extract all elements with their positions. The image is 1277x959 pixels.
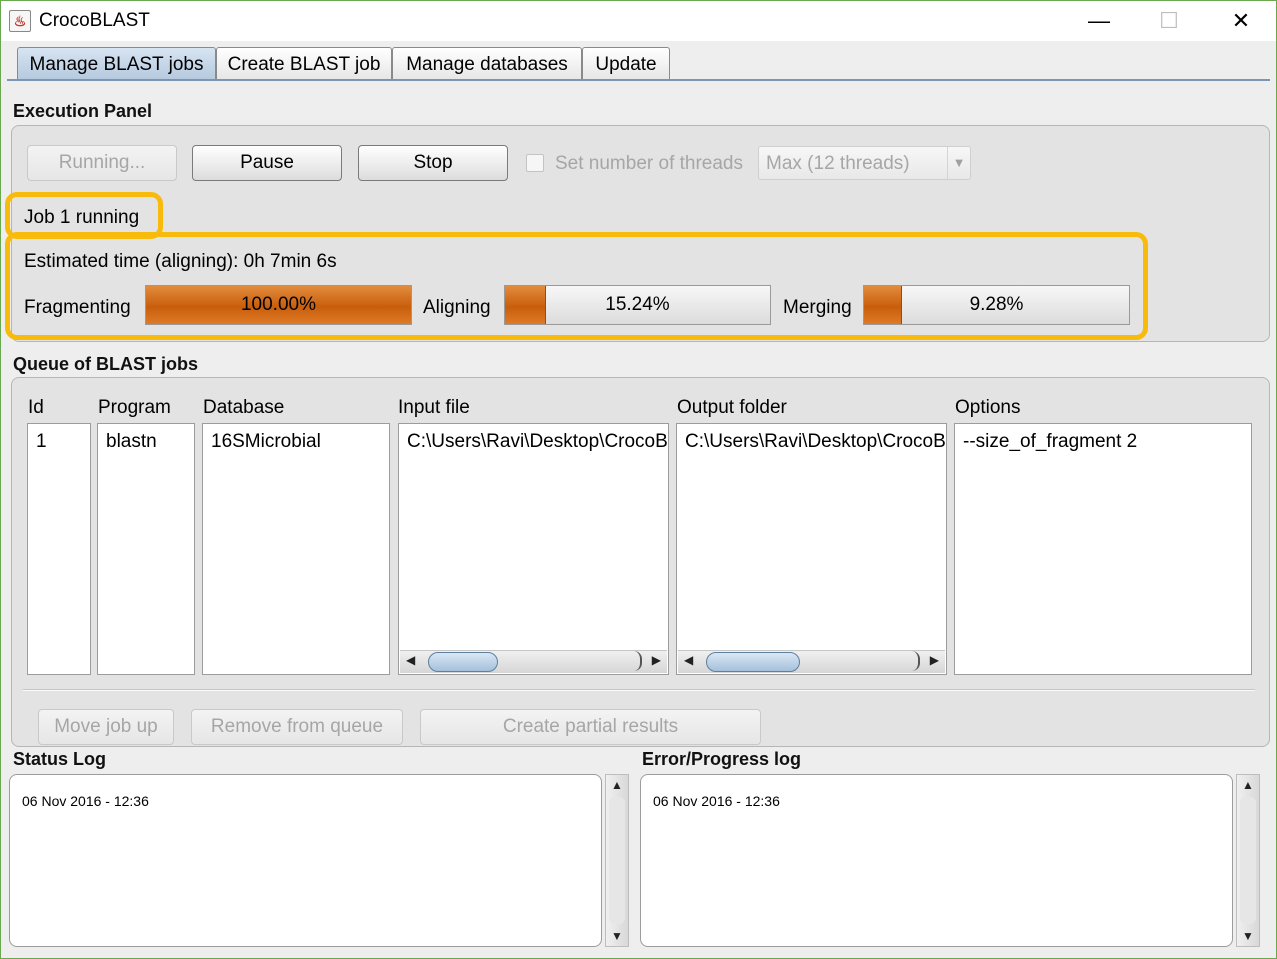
pause-button[interactable]: Pause — [192, 145, 342, 181]
scrollbar-thumb[interactable] — [706, 652, 800, 672]
error-log-text: 06 Nov 2016 - 12:36 — [653, 793, 780, 809]
threads-select[interactable]: Max (12 threads) ▼ — [758, 146, 971, 180]
job-output-folder-value[interactable]: C:\Users\Ravi\Desktop\CrocoB — [685, 431, 946, 453]
id-list[interactable]: 1 — [27, 423, 91, 675]
options-list[interactable]: --size_of_fragment 2 — [954, 423, 1252, 675]
scroll-left-icon[interactable]: ◀ — [684, 653, 693, 667]
threads-checkbox-label: Set number of threads — [555, 153, 743, 174]
tab-update[interactable]: Update — [582, 47, 670, 80]
column-header-input-file: Input file — [398, 397, 470, 418]
create-partial-results-button[interactable]: Create partial results — [420, 709, 761, 745]
scroll-right-icon[interactable]: ▶ — [930, 653, 939, 667]
minimize-button[interactable]: — — [1077, 5, 1121, 37]
output-folder-horizontal-scrollbar[interactable]: ◀ ▶ — [678, 650, 945, 673]
close-button[interactable]: ✕ — [1219, 5, 1263, 37]
error-log-title: Error/Progress log — [642, 749, 802, 769]
job-input-file-value[interactable]: C:\Users\Ravi\Desktop\CrocoB — [407, 431, 668, 453]
merging-progress-text: 9.28% — [969, 294, 1024, 315]
fragmenting-progress-text: 100.00% — [240, 294, 316, 315]
job-status-label: Job 1 running — [24, 207, 140, 228]
tab-manage-blast-jobs[interactable]: Manage BLAST jobs — [17, 47, 216, 80]
java-cup-icon: ♨ — [9, 10, 31, 32]
status-log-textarea[interactable]: 06 Nov 2016 - 12:36 — [9, 774, 602, 947]
app-window: ♨ CrocoBLAST — ☐ ✕ Manage BLAST jobs Cre… — [0, 0, 1277, 959]
tab-underline — [7, 79, 1270, 81]
job-program-value[interactable]: blastn — [106, 431, 157, 453]
execution-panel-title: Execution Panel — [13, 101, 153, 121]
aligning-label: Aligning — [423, 297, 491, 318]
tab-manage-databases[interactable]: Manage databases — [392, 47, 582, 80]
scrollbar-end-cap — [632, 651, 642, 671]
tab-create-blast-job[interactable]: Create BLAST job — [216, 47, 392, 80]
status-log-text: 06 Nov 2016 - 12:36 — [22, 793, 149, 809]
column-header-program: Program — [98, 397, 171, 418]
program-list[interactable]: blastn — [97, 423, 195, 675]
column-header-options: Options — [955, 397, 1021, 418]
database-list[interactable]: 16SMicrobial — [202, 423, 390, 675]
job-options-value[interactable]: --size_of_fragment 2 — [963, 431, 1137, 453]
fragmenting-label: Fragmenting — [24, 297, 131, 318]
scroll-down-icon[interactable]: ▼ — [606, 929, 628, 943]
remove-from-queue-button[interactable]: Remove from queue — [191, 709, 403, 745]
queue-title: Queue of BLAST jobs — [13, 354, 199, 374]
scroll-up-icon[interactable]: ▲ — [606, 778, 628, 792]
maximize-button[interactable]: ☐ — [1147, 5, 1191, 37]
scroll-up-icon[interactable]: ▲ — [1237, 778, 1259, 792]
input-file-list[interactable]: C:\Users\Ravi\Desktop\CrocoB ◀ ▶ — [398, 423, 669, 675]
move-job-up-button[interactable]: Move job up — [38, 709, 174, 745]
aligning-progress-bar: 15.24% — [504, 285, 771, 325]
fragmenting-progress-bar: 100.00% — [145, 285, 412, 325]
running-button[interactable]: Running... — [27, 145, 177, 181]
tab-strip: Manage BLAST jobs Create BLAST job Manag… — [1, 41, 1276, 81]
scroll-right-icon[interactable]: ▶ — [652, 653, 661, 667]
window-title: CrocoBLAST — [39, 10, 150, 31]
threads-select-value: Max (12 threads) — [766, 153, 910, 174]
estimated-time-label: Estimated time (aligning): 0h 7min 6s — [24, 251, 337, 272]
scrollbar-track[interactable] — [609, 797, 625, 924]
merging-progress-bar: 9.28% — [863, 285, 1130, 325]
queue-separator — [23, 689, 1255, 691]
scroll-left-icon[interactable]: ◀ — [406, 653, 415, 667]
stop-button[interactable]: Stop — [358, 145, 508, 181]
title-bar: ♨ CrocoBLAST — ☐ ✕ — [1, 1, 1276, 41]
chevron-down-icon: ▼ — [947, 147, 970, 179]
merging-label: Merging — [783, 297, 852, 318]
column-header-id: Id — [28, 397, 44, 418]
column-header-database: Database — [203, 397, 285, 418]
status-log-title: Status Log — [13, 749, 106, 769]
scrollbar-thumb[interactable] — [428, 652, 498, 672]
error-log-textarea[interactable]: 06 Nov 2016 - 12:36 — [640, 774, 1233, 947]
output-folder-list[interactable]: C:\Users\Ravi\Desktop\CrocoB ◀ ▶ — [676, 423, 947, 675]
status-log-vertical-scrollbar[interactable]: ▲ ▼ — [605, 774, 629, 947]
error-log-vertical-scrollbar[interactable]: ▲ ▼ — [1236, 774, 1260, 947]
input-file-horizontal-scrollbar[interactable]: ◀ ▶ — [400, 650, 667, 673]
column-header-output-folder: Output folder — [677, 397, 787, 418]
job-id-value[interactable]: 1 — [36, 431, 47, 453]
scroll-down-icon[interactable]: ▼ — [1237, 929, 1259, 943]
job-database-value[interactable]: 16SMicrobial — [211, 431, 321, 453]
aligning-progress-text: 15.24% — [605, 294, 670, 315]
threads-checkbox[interactable] — [526, 154, 544, 172]
scrollbar-end-cap — [910, 651, 920, 671]
scrollbar-track[interactable] — [1240, 797, 1256, 924]
